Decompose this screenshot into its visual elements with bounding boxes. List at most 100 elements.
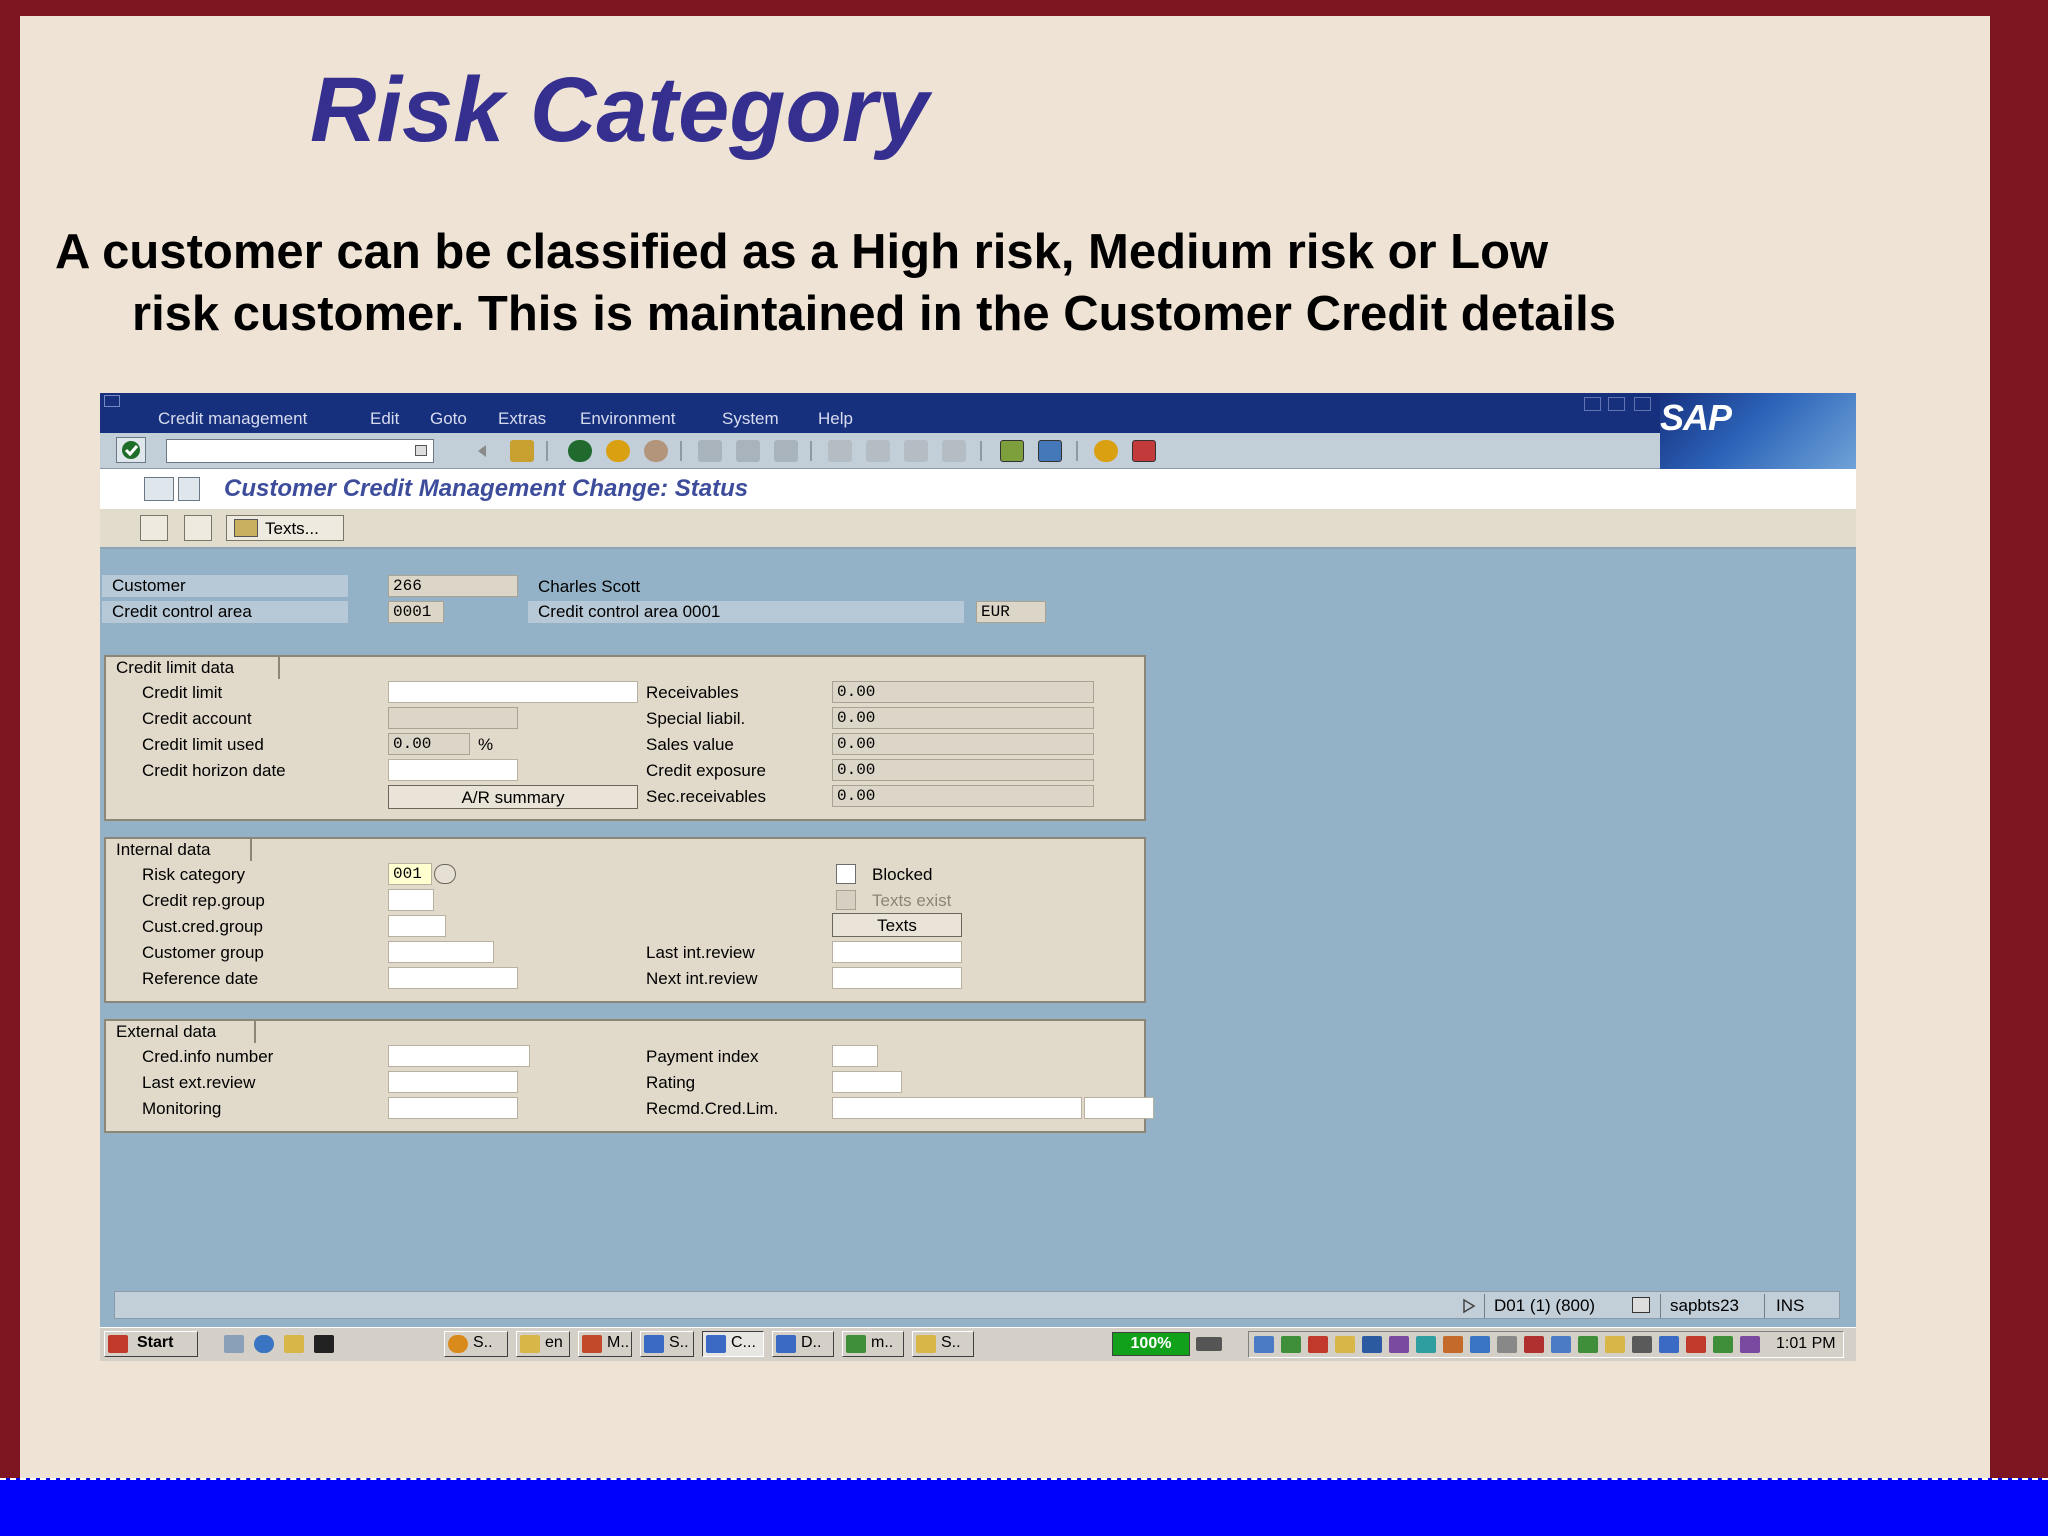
find-icon[interactable]: [736, 440, 760, 462]
minimize-icon[interactable]: [1584, 397, 1601, 411]
tray-icon[interactable]: [1389, 1336, 1409, 1353]
credit-limit-field[interactable]: [388, 681, 638, 703]
tray-icon[interactable]: [1686, 1336, 1706, 1353]
sales-value-label: Sales value: [646, 735, 734, 754]
show-desktop-icon[interactable]: [224, 1335, 244, 1353]
tray-icon[interactable]: [1551, 1336, 1571, 1353]
ar-summary-button[interactable]: A/R summary: [388, 785, 638, 809]
customer-label: Customer: [102, 575, 348, 597]
command-field[interactable]: [166, 439, 434, 463]
tray-icon[interactable]: [1659, 1336, 1679, 1353]
explorer-task-icon: [520, 1335, 540, 1353]
last-ext-review-label: Last ext.review: [142, 1073, 256, 1092]
possible-entries-icon[interactable]: [434, 864, 456, 884]
tray-icon[interactable]: [1740, 1336, 1760, 1353]
save-icon[interactable]: [510, 440, 534, 462]
blocked-label: Blocked: [872, 865, 933, 884]
status-icon[interactable]: [184, 515, 212, 541]
customer-group-field[interactable]: [388, 941, 494, 963]
tray-icon[interactable]: [1605, 1336, 1625, 1353]
tray-icon[interactable]: [1416, 1336, 1436, 1353]
credit-rep-group-field[interactable]: [388, 889, 434, 911]
create-session-icon[interactable]: [1000, 440, 1024, 462]
next-page-icon[interactable]: [904, 440, 928, 462]
taskbar-clock: 1:01 PM: [1776, 1335, 1836, 1352]
help-icon[interactable]: [1094, 440, 1118, 462]
cust-cred-group-field[interactable]: [388, 915, 446, 937]
display-change-icon[interactable]: [144, 477, 174, 501]
risk-category-label: Risk category: [142, 865, 245, 884]
tray-icon[interactable]: [1308, 1336, 1328, 1353]
explorer-icon[interactable]: [284, 1335, 304, 1353]
tray-icon[interactable]: [1362, 1336, 1382, 1353]
menu-system[interactable]: System: [722, 409, 779, 429]
sap-logo-text: SAP: [1660, 397, 1732, 438]
tray-icon[interactable]: [1524, 1336, 1544, 1353]
texts-button[interactable]: Texts: [832, 913, 962, 937]
cred-info-number-field[interactable]: [388, 1045, 530, 1067]
menu-environment[interactable]: Environment: [580, 409, 675, 429]
back-icon[interactable]: [568, 440, 592, 462]
shortcut-icon[interactable]: [1038, 440, 1062, 462]
system-info-icon[interactable]: [1632, 1297, 1650, 1313]
layout-menu-icon[interactable]: [1132, 440, 1156, 462]
menu-goto[interactable]: Goto: [430, 409, 467, 429]
last-ext-review-field[interactable]: [388, 1071, 518, 1093]
tray-icon[interactable]: [1443, 1336, 1463, 1353]
menu-extras[interactable]: Extras: [498, 409, 546, 429]
rating-field[interactable]: [832, 1071, 902, 1093]
maximize-icon[interactable]: [1608, 397, 1625, 411]
status-expand-icon[interactable]: [1462, 1298, 1476, 1319]
last-page-icon[interactable]: [942, 440, 966, 462]
blocked-checkbox[interactable]: [836, 864, 856, 884]
command-history-icon[interactable]: [415, 445, 427, 456]
cust-cred-group-label: Cust.cred.group: [142, 917, 263, 936]
tray-icon[interactable]: [1281, 1336, 1301, 1353]
first-page-icon[interactable]: [828, 440, 852, 462]
sap-d01-task-icon: [776, 1335, 796, 1353]
sap-window: Credit management Edit Goto Extras Envir…: [100, 393, 1856, 1361]
enter-checkmark-icon[interactable]: [116, 437, 146, 463]
close-icon[interactable]: [1634, 397, 1651, 411]
recmd-cred-lim-currency-field[interactable]: [1084, 1097, 1154, 1119]
menu-help[interactable]: Help: [818, 409, 853, 429]
risk-category-field[interactable]: 001: [388, 863, 432, 885]
menu-credit-management[interactable]: Credit management: [158, 409, 307, 429]
back-arrow-icon[interactable]: [470, 440, 494, 462]
tray-icon[interactable]: [1632, 1336, 1652, 1353]
last-int-review-field[interactable]: [832, 941, 962, 963]
credit-rep-group-label: Credit rep.group: [142, 891, 265, 910]
customer-field: 266: [388, 575, 518, 597]
payment-index-field[interactable]: [832, 1045, 878, 1067]
tray-icon[interactable]: [1254, 1336, 1274, 1353]
exit-icon[interactable]: [606, 440, 630, 462]
system-menu-icon[interactable]: [104, 395, 120, 407]
customer-name: Charles Scott: [538, 577, 641, 596]
print-icon[interactable]: [698, 440, 722, 462]
monitoring-field[interactable]: [388, 1097, 518, 1119]
other-object-icon[interactable]: [178, 477, 200, 501]
customer-group-label: Customer group: [142, 943, 264, 962]
tray-icon[interactable]: [1335, 1336, 1355, 1353]
browser-icon[interactable]: [254, 1335, 274, 1353]
reference-date-field[interactable]: [388, 967, 518, 989]
tray-icon[interactable]: [1578, 1336, 1598, 1353]
toolbar-separator: [546, 441, 548, 461]
texts-exist-checkbox: [836, 890, 856, 910]
command-prompt-icon[interactable]: [314, 1335, 334, 1353]
previous-page-icon[interactable]: [866, 440, 890, 462]
payment-index-label: Payment index: [646, 1047, 759, 1066]
recmd-cred-lim-field[interactable]: [832, 1097, 1082, 1119]
tray-icon[interactable]: [1713, 1336, 1733, 1353]
status-separator: [1484, 1294, 1485, 1318]
receivables-field: 0.00: [832, 681, 1094, 703]
find-next-icon[interactable]: [774, 440, 798, 462]
tray-icon[interactable]: [1470, 1336, 1490, 1353]
next-int-review-field[interactable]: [832, 967, 962, 989]
credit-horizon-date-field[interactable]: [388, 759, 518, 781]
cancel-icon[interactable]: [644, 440, 668, 462]
tray-icon[interactable]: [1497, 1336, 1517, 1353]
sap-logon-task-icon: [644, 1335, 664, 1353]
overview-icon[interactable]: [140, 515, 168, 541]
menu-edit[interactable]: Edit: [370, 409, 399, 429]
